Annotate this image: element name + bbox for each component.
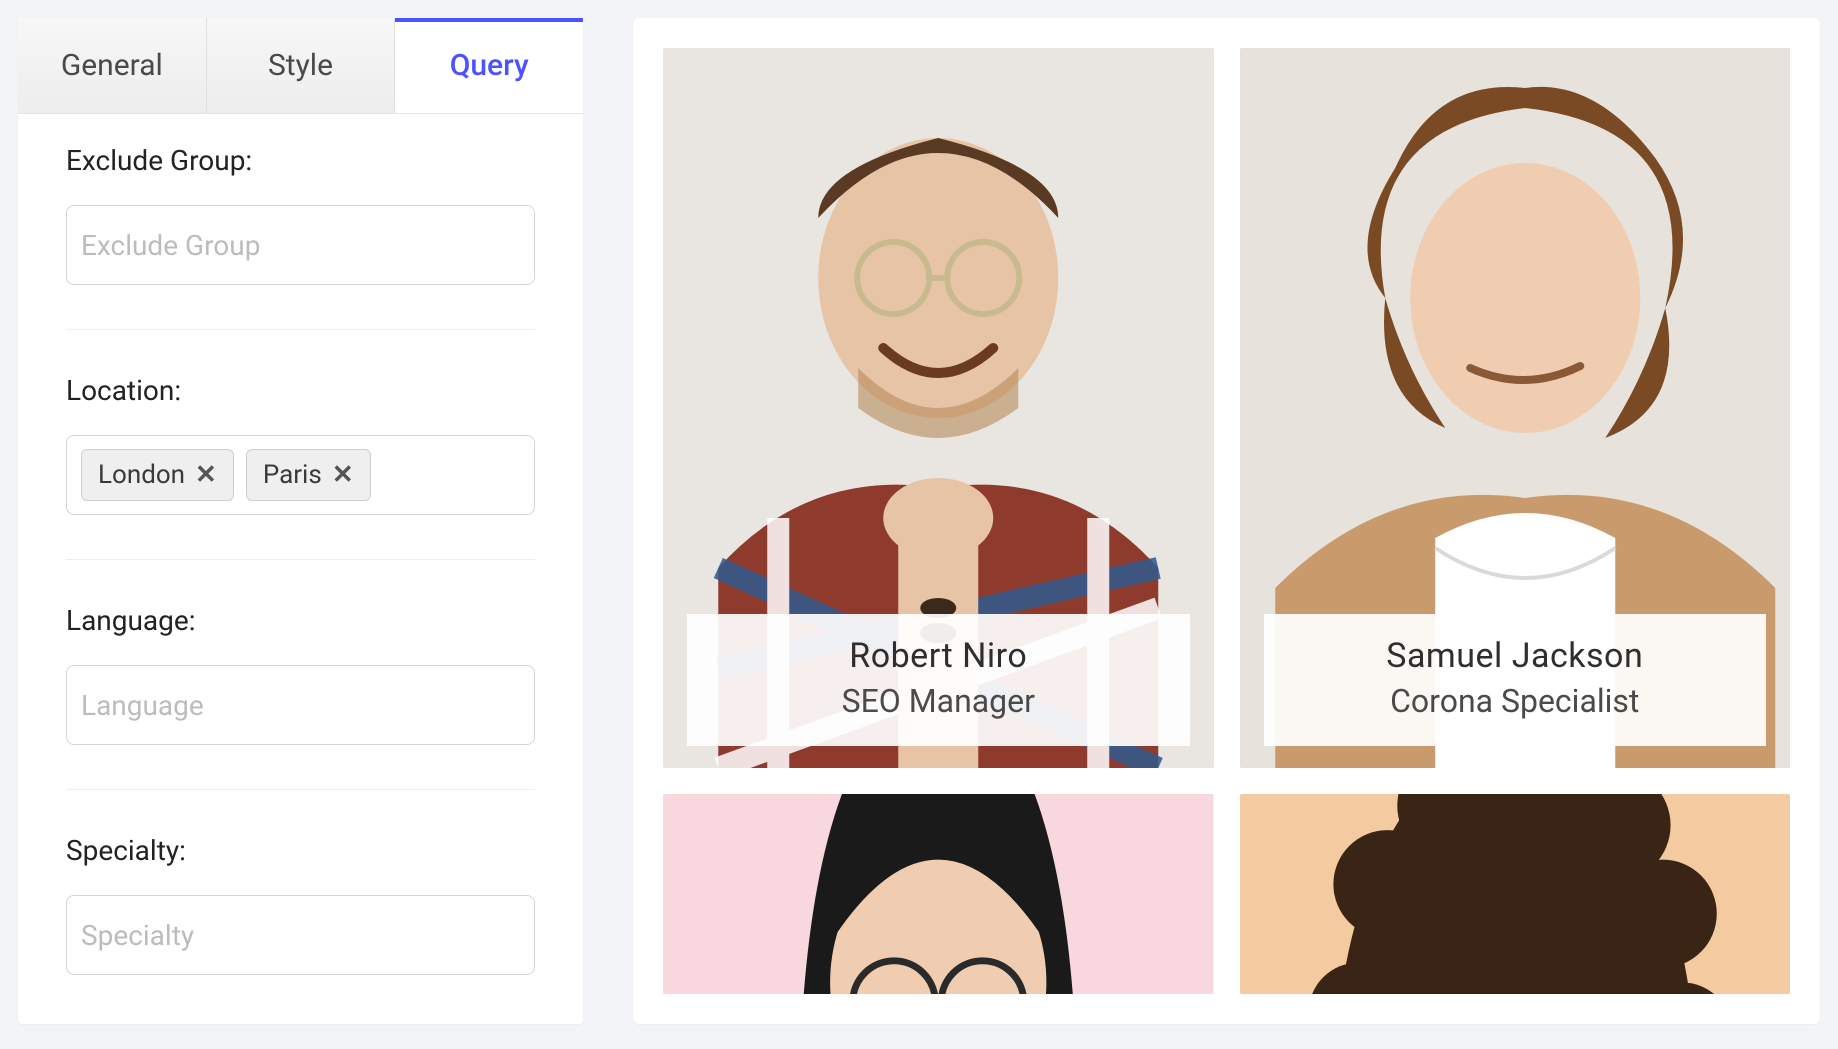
team-card[interactable]: Robert Niro SEO Manager (663, 48, 1214, 768)
team-card[interactable] (663, 794, 1214, 994)
tag-label: Paris (263, 460, 322, 490)
language-input[interactable]: Language (66, 665, 535, 745)
tab-query[interactable]: Query (395, 18, 583, 113)
team-photo (1240, 794, 1791, 994)
team-cards-grid: Robert Niro SEO Manager (663, 48, 1790, 994)
settings-sidebar: General Style Query Exclude Group: Exclu… (18, 18, 583, 1024)
field-specialty: Specialty: Specialty (66, 834, 535, 1019)
team-caption: Robert Niro SEO Manager (687, 614, 1190, 746)
field-location: Location: London ✕ Paris ✕ (66, 374, 535, 560)
location-tag-paris[interactable]: Paris ✕ (246, 449, 371, 501)
specialty-placeholder: Specialty (81, 919, 194, 952)
exclude-group-placeholder: Exclude Group (81, 229, 260, 262)
tabs: General Style Query (18, 18, 583, 114)
team-role: Corona Specialist (1274, 682, 1757, 720)
specialty-input[interactable]: Specialty (66, 895, 535, 975)
team-name: Samuel Jackson (1274, 636, 1757, 676)
team-card[interactable]: Samuel Jackson Corona Specialist (1240, 48, 1791, 768)
team-role: SEO Manager (697, 682, 1180, 720)
location-label: Location: (66, 374, 535, 407)
remove-icon[interactable]: ✕ (195, 462, 217, 488)
tab-style[interactable]: Style (207, 18, 396, 113)
exclude-group-input[interactable]: Exclude Group (66, 205, 535, 285)
preview-panel: Robert Niro SEO Manager (633, 18, 1820, 1024)
query-form: Exclude Group: Exclude Group Location: L… (18, 114, 583, 1049)
team-name: Robert Niro (697, 636, 1180, 676)
location-input[interactable]: London ✕ Paris ✕ (66, 435, 535, 515)
language-placeholder: Language (81, 689, 204, 722)
language-label: Language: (66, 604, 535, 637)
team-caption: Samuel Jackson Corona Specialist (1264, 614, 1767, 746)
remove-icon[interactable]: ✕ (332, 462, 354, 488)
team-card[interactable] (1240, 794, 1791, 994)
exclude-group-label: Exclude Group: (66, 144, 535, 177)
tab-general[interactable]: General (18, 18, 207, 113)
tag-label: London (98, 460, 185, 490)
specialty-label: Specialty: (66, 834, 535, 867)
team-photo (663, 794, 1214, 994)
field-language: Language: Language (66, 604, 535, 790)
field-exclude-group: Exclude Group: Exclude Group (66, 144, 535, 330)
location-tag-london[interactable]: London ✕ (81, 449, 234, 501)
